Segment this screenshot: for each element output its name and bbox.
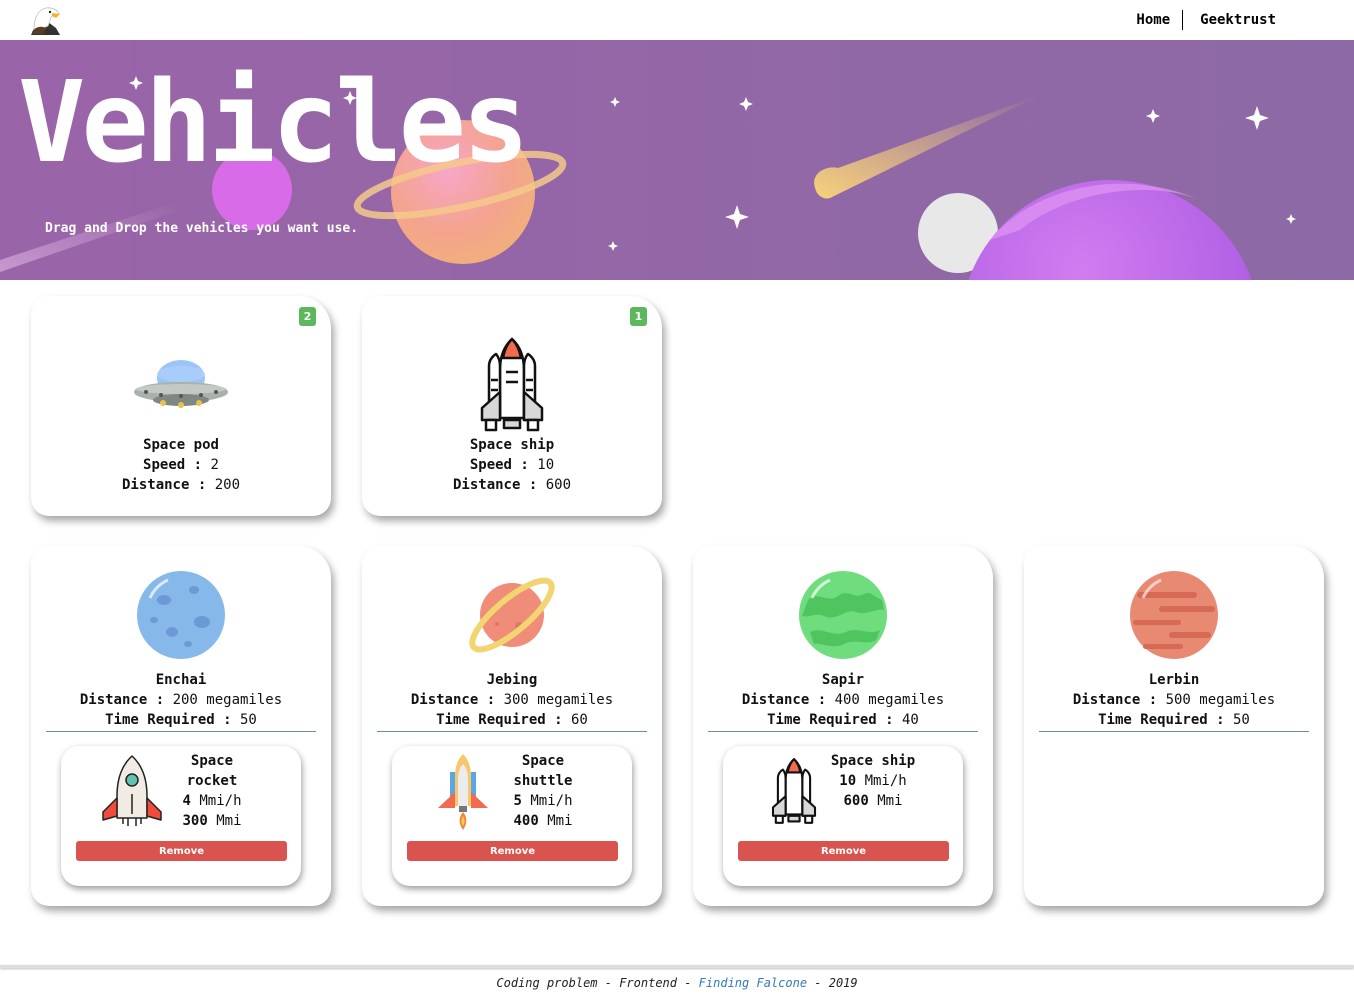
nav-divider xyxy=(1182,10,1184,30)
divider xyxy=(377,731,647,732)
planet-name: Sapir xyxy=(821,672,865,688)
vehicle-name: Space pod xyxy=(143,437,219,453)
ufo-icon xyxy=(134,360,228,408)
distance-value: 500 megamiles xyxy=(1165,692,1276,708)
space-shuttle-icon xyxy=(771,758,817,824)
distance-label: Distance : xyxy=(410,692,496,708)
planet-name: Jebing xyxy=(486,672,538,688)
planet-enchai-icon xyxy=(137,571,225,659)
footer: Coding problem - Frontend - Finding Falc… xyxy=(0,976,1354,990)
remove-button[interactable]: Remove xyxy=(76,841,287,861)
remove-button[interactable]: Remove xyxy=(738,841,949,861)
planet-info: Sapir Distance : 400 megamiles Time Requ… xyxy=(693,670,993,730)
assigned-vehicle-name: Space xyxy=(521,753,565,769)
nav-geektrust-link[interactable]: Geektrust xyxy=(1200,12,1276,28)
planet-sapir-icon xyxy=(799,571,887,659)
planet-name: Enchai xyxy=(155,672,207,688)
speed-unit: Mmi/h xyxy=(530,793,573,809)
space-shuttle-icon xyxy=(438,754,488,830)
planet-lerbin-icon xyxy=(1130,571,1218,659)
distance-value: 200 megamiles xyxy=(172,692,283,708)
distance-value: 300 megamiles xyxy=(503,692,614,708)
planet-info: Enchai Distance : 200 megamiles Time Req… xyxy=(31,670,331,730)
distance-label: Distance : xyxy=(741,692,827,708)
assigned-vehicle-info: Space rocket 4 Mmi/h 300 Mmi xyxy=(173,751,251,831)
planet-info: Jebing Distance : 300 megamiles Time Req… xyxy=(362,670,662,730)
distance-unit: Mmi xyxy=(216,813,242,829)
assigned-vehicle-name-2: rocket xyxy=(186,773,238,789)
vehicle-count-badge: 1 xyxy=(630,307,647,326)
assigned-vehicle-name: Space xyxy=(190,753,234,769)
distance-label: Distance : xyxy=(79,692,165,708)
planet-name: Lerbin xyxy=(1148,672,1200,688)
time-label: Time Required : xyxy=(1098,712,1225,728)
eagle-logo-icon[interactable] xyxy=(28,4,62,36)
remove-button[interactable]: Remove xyxy=(407,841,618,861)
planet-info: Lerbin Distance : 500 megamiles Time Req… xyxy=(1024,670,1324,730)
page-title: Vehicles xyxy=(18,58,529,188)
time-value: 50 xyxy=(1233,712,1250,728)
distance-value: 400 megamiles xyxy=(834,692,945,708)
assigned-vehicle-name: Space ship xyxy=(830,753,916,769)
planet-card-sapir[interactable]: Sapir Distance : 400 megamiles Time Requ… xyxy=(693,546,993,906)
vehicle-count-badge: 2 xyxy=(299,307,316,326)
distance-value: 600 xyxy=(545,477,572,493)
time-value: 50 xyxy=(240,712,257,728)
planet-card-enchai[interactable]: Enchai Distance : 200 megamiles Time Req… xyxy=(31,546,331,906)
planet-card-lerbin[interactable]: Lerbin Distance : 500 megamiles Time Req… xyxy=(1024,546,1324,906)
finding-falcone-link[interactable]: Finding Falcone xyxy=(699,976,807,990)
assigned-speed: 4 xyxy=(182,793,191,809)
time-label: Time Required : xyxy=(105,712,232,728)
vehicle-info: Space ship Speed : 10 Distance : 600 xyxy=(362,435,662,495)
speed-unit: Mmi/h xyxy=(199,793,242,809)
nav-home-link[interactable]: Home xyxy=(1136,12,1170,28)
divider xyxy=(708,731,978,732)
distance-label: Distance : xyxy=(1072,692,1158,708)
planet-card-jebing[interactable]: Jebing Distance : 300 megamiles Time Req… xyxy=(362,546,662,906)
vehicle-card-space-pod[interactable]: 2 Space pod Speed : 2 Distance : 200 xyxy=(31,296,331,516)
footer-divider xyxy=(0,965,1354,968)
distance-label: Distance : xyxy=(452,477,538,493)
assigned-vehicle-info: Space shuttle 5 Mmi/h 400 Mmi xyxy=(504,751,582,831)
time-value: 40 xyxy=(902,712,919,728)
vehicle-info: Space pod Speed : 2 Distance : 200 xyxy=(31,435,331,495)
assigned-max-distance: 400 xyxy=(513,813,539,829)
speed-unit: Mmi/h xyxy=(864,773,907,789)
assigned-vehicle-card[interactable]: Space rocket 4 Mmi/h 300 Mmi Remove xyxy=(61,746,301,886)
vehicle-card-space-ship[interactable]: 1 Space ship Speed : 10 Distance : 600 xyxy=(362,296,662,516)
page-subtitle: Drag and Drop the vehicles you want use. xyxy=(45,221,359,236)
time-label: Time Required : xyxy=(436,712,563,728)
assigned-vehicle-card[interactable]: Space ship 10 Mmi/h 600 Mmi Remove xyxy=(723,746,963,886)
distance-label: Distance : xyxy=(121,477,207,493)
hero-banner: Vehicles Drag and Drop the vehicles you … xyxy=(0,40,1354,280)
distance-unit: Mmi xyxy=(877,793,903,809)
space-rocket-icon xyxy=(102,755,162,826)
space-shuttle-icon xyxy=(480,337,544,432)
assigned-vehicle-name-2: shuttle xyxy=(513,773,573,789)
speed-label: Speed : xyxy=(143,457,203,473)
time-value: 60 xyxy=(571,712,588,728)
distance-value: 200 xyxy=(214,477,241,493)
speed-value: 2 xyxy=(210,457,219,473)
assigned-max-distance: 300 xyxy=(182,813,208,829)
footer-suffix: - 2019 xyxy=(807,976,858,990)
assigned-vehicle-card[interactable]: Space shuttle 5 Mmi/h 400 Mmi Remove xyxy=(392,746,632,886)
assigned-vehicle-info: Space ship 10 Mmi/h 600 Mmi xyxy=(825,751,921,811)
vehicle-name: Space ship xyxy=(469,437,555,453)
assigned-speed: 5 xyxy=(513,793,522,809)
planet-jebing-icon xyxy=(469,577,555,653)
top-nav: Home Geektrust xyxy=(0,0,1354,40)
speed-value: 10 xyxy=(537,457,555,473)
divider xyxy=(1039,731,1309,732)
footer-prefix: Coding problem - Frontend - xyxy=(496,976,699,990)
assigned-max-distance: 600 xyxy=(843,793,869,809)
assigned-speed: 10 xyxy=(839,773,857,789)
divider xyxy=(46,731,316,732)
speed-label: Speed : xyxy=(469,457,529,473)
time-label: Time Required : xyxy=(767,712,894,728)
distance-unit: Mmi xyxy=(547,813,573,829)
